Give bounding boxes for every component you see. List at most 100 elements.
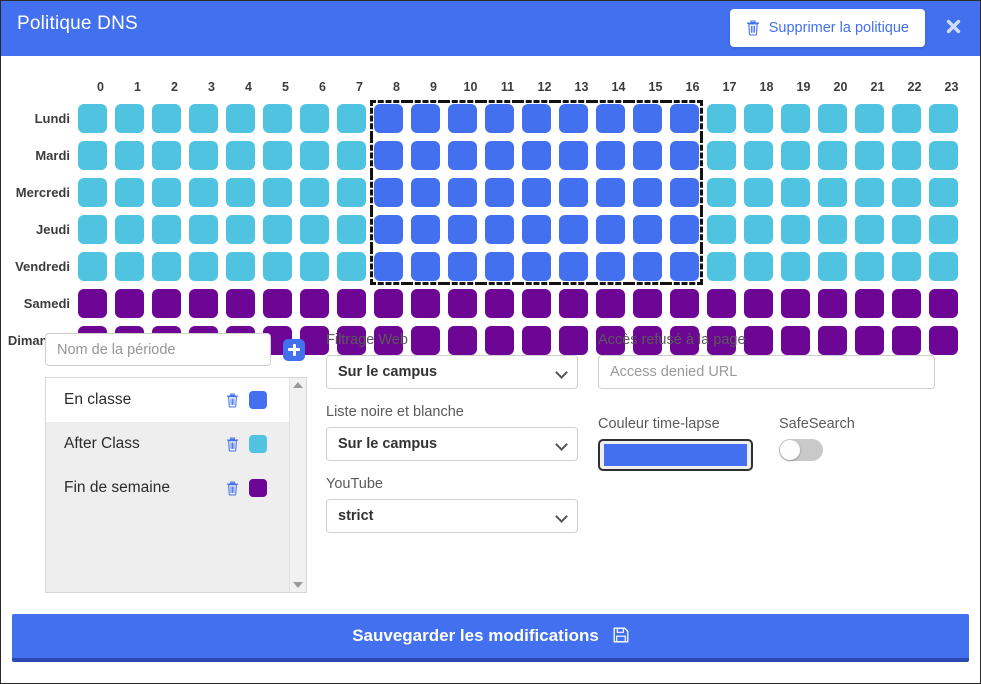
list-item[interactable]: After Class xyxy=(46,422,289,466)
schedule-cell[interactable] xyxy=(444,252,481,285)
schedule-cell[interactable] xyxy=(629,100,666,133)
schedule-cell[interactable] xyxy=(555,252,592,285)
schedule-cell[interactable] xyxy=(152,252,181,281)
list-item[interactable]: En classe xyxy=(46,378,289,422)
period-color-swatch[interactable] xyxy=(249,479,267,497)
schedule-cell[interactable] xyxy=(189,289,218,318)
schedule-cell[interactable] xyxy=(670,211,703,248)
schedule-cell[interactable] xyxy=(337,178,366,207)
delete-policy-button[interactable]: Supprimer la politique xyxy=(729,9,925,47)
schedule-cell[interactable] xyxy=(189,104,218,133)
schedule-cell[interactable] xyxy=(226,141,255,170)
web-filtering-select[interactable]: Sur le campus xyxy=(326,355,578,389)
schedule-cell[interactable] xyxy=(781,104,810,133)
schedule-cell[interactable] xyxy=(559,141,588,170)
schedule-cell[interactable] xyxy=(518,252,555,285)
schedule-cell[interactable] xyxy=(300,104,329,133)
schedule-cell[interactable] xyxy=(226,104,255,133)
schedule-cell[interactable] xyxy=(370,100,407,137)
period-color-swatch[interactable] xyxy=(249,435,267,453)
schedule-cell[interactable] xyxy=(592,252,629,285)
schedule-cell[interactable] xyxy=(407,100,444,133)
schedule-cell[interactable] xyxy=(818,141,847,170)
schedule-cell[interactable] xyxy=(929,178,958,207)
save-button[interactable]: Sauvegarder les modifications xyxy=(12,614,969,662)
schedule-cell[interactable] xyxy=(596,141,625,170)
schedule-cell[interactable] xyxy=(337,289,366,318)
schedule-cell[interactable] xyxy=(370,137,403,174)
timelapse-color-input[interactable] xyxy=(598,439,753,471)
schedule-cell[interactable] xyxy=(337,252,366,281)
schedule-cell[interactable] xyxy=(744,252,773,281)
schedule-cell[interactable] xyxy=(892,104,921,133)
schedule-cell[interactable] xyxy=(892,141,921,170)
schedule-cell[interactable] xyxy=(929,104,958,133)
schedule-cell[interactable] xyxy=(596,215,625,244)
schedule-cell[interactable] xyxy=(522,178,551,207)
schedule-cell[interactable] xyxy=(189,252,218,281)
schedule-cell[interactable] xyxy=(152,104,181,133)
schedule-cell[interactable] xyxy=(929,215,958,244)
schedule-cell[interactable] xyxy=(629,252,666,285)
trash-icon[interactable] xyxy=(215,436,249,452)
schedule-cell[interactable] xyxy=(226,178,255,207)
period-list-scrollbar[interactable] xyxy=(289,378,306,592)
schedule-cell[interactable] xyxy=(263,178,292,207)
schedule-cell[interactable] xyxy=(263,289,292,318)
schedule-cell[interactable] xyxy=(263,252,292,281)
youtube-select[interactable]: strict xyxy=(326,499,578,533)
schedule-cell[interactable] xyxy=(781,289,810,318)
schedule-cell[interactable] xyxy=(78,289,107,318)
chevron-up-icon[interactable] xyxy=(293,382,303,388)
schedule-cell[interactable] xyxy=(855,178,884,207)
schedule-cell[interactable] xyxy=(633,289,662,318)
schedule-cell[interactable] xyxy=(892,215,921,244)
schedule-cell[interactable] xyxy=(300,178,329,207)
schedule-cell[interactable] xyxy=(818,104,847,133)
schedule-cell[interactable] xyxy=(744,289,773,318)
schedule-cell[interactable] xyxy=(337,141,366,170)
schedule-cell[interactable] xyxy=(411,178,440,207)
schedule-cell[interactable] xyxy=(522,215,551,244)
schedule-cell[interactable] xyxy=(670,174,703,211)
schedule-cell[interactable] xyxy=(781,141,810,170)
schedule-cell[interactable] xyxy=(929,289,958,318)
schedule-cell[interactable] xyxy=(189,178,218,207)
schedule-cell[interactable] xyxy=(115,141,144,170)
schedule-cell[interactable] xyxy=(818,215,847,244)
schedule-cell[interactable] xyxy=(444,100,481,133)
list-item[interactable]: Fin de semaine xyxy=(46,466,289,510)
close-button[interactable] xyxy=(936,9,970,43)
schedule-cell[interactable] xyxy=(707,104,736,133)
schedule-cell[interactable] xyxy=(300,252,329,281)
trash-icon[interactable] xyxy=(215,392,249,408)
trash-icon[interactable] xyxy=(215,480,249,496)
schedule-cell[interactable] xyxy=(78,104,107,133)
schedule-cell[interactable] xyxy=(485,215,514,244)
schedule-cell[interactable] xyxy=(152,141,181,170)
schedule-cell[interactable] xyxy=(337,104,366,133)
schedule-cell[interactable] xyxy=(596,178,625,207)
schedule-cell[interactable] xyxy=(263,141,292,170)
schedule-cell[interactable] xyxy=(559,289,588,318)
schedule-cell[interactable] xyxy=(781,215,810,244)
schedule-cell[interactable] xyxy=(818,252,847,281)
schedule-cell[interactable] xyxy=(448,289,477,318)
schedule-cell[interactable] xyxy=(411,141,440,170)
schedule-cell[interactable] xyxy=(707,289,736,318)
schedule-cell[interactable] xyxy=(226,289,255,318)
schedule-cell[interactable] xyxy=(411,289,440,318)
schedule-cell[interactable] xyxy=(744,141,773,170)
schedule-cell[interactable] xyxy=(633,178,662,207)
safesearch-toggle[interactable] xyxy=(779,439,823,461)
schedule-cell[interactable] xyxy=(892,178,921,207)
schedule-cell[interactable] xyxy=(300,141,329,170)
schedule-cell[interactable] xyxy=(448,215,477,244)
chevron-down-icon[interactable] xyxy=(293,582,303,588)
schedule-cell[interactable] xyxy=(744,178,773,207)
schedule-cell[interactable] xyxy=(892,289,921,318)
schedule-cell[interactable] xyxy=(929,141,958,170)
schedule-cell[interactable] xyxy=(370,248,407,285)
schedule-cell[interactable] xyxy=(855,289,884,318)
schedule-cell[interactable] xyxy=(707,215,736,244)
